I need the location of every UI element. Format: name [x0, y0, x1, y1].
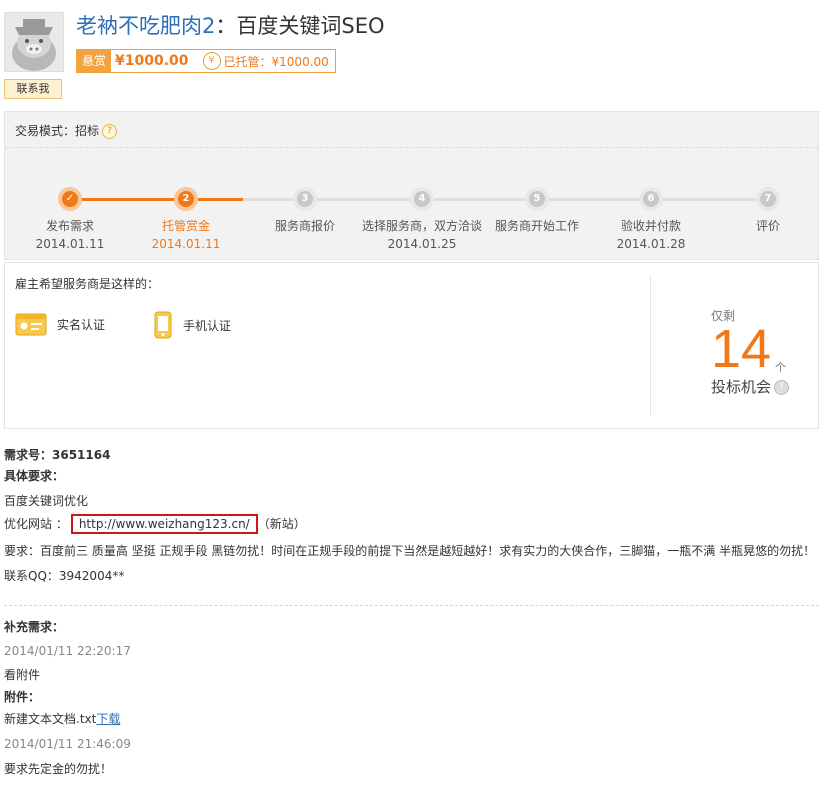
- bid-unit: 个: [775, 361, 786, 374]
- step-number: 5: [529, 191, 545, 207]
- trade-mode: 交易模式：招标?: [15, 122, 118, 139]
- site-url-link[interactable]: http://www.weizhang123.cn/: [70, 514, 258, 534]
- step-marker: 2: [174, 187, 198, 211]
- title-separator: ：: [215, 14, 237, 38]
- step-date: 2014.01.11: [151, 237, 221, 251]
- step-label: 发布需求: [45, 219, 94, 233]
- step-label: 选择服务商，双方洽谈: [362, 219, 483, 233]
- cert-label: 实名认证: [57, 317, 106, 332]
- step-marker: 7: [756, 187, 780, 211]
- help-icon[interactable]: ?: [774, 380, 790, 395]
- divider: [4, 605, 819, 606]
- process-step: 2 托管赏金 2014.01.11: [126, 187, 246, 251]
- divider: [5, 147, 818, 148]
- process-step: 6 验收并付款 2014.01.28: [591, 187, 711, 251]
- pig-avatar-icon: [5, 13, 63, 71]
- bid-chance-box: 仅剩 14 个 投标机会?: [711, 307, 790, 397]
- download-link[interactable]: 下载: [96, 712, 120, 726]
- username-link[interactable]: 老衲不吃肥肉2: [76, 14, 215, 38]
- process-step: 4 选择服务商，双方洽谈 2014.01.25: [362, 187, 482, 251]
- id-card-icon: [15, 313, 47, 336]
- step-date: 2014.01.28: [616, 237, 686, 251]
- step-date: 2014.01.11: [35, 237, 105, 251]
- task-title: 百度关键词SEO: [236, 14, 385, 38]
- step-number: 2: [178, 191, 194, 207]
- step-number: 6: [643, 191, 659, 207]
- cert-label: 手机认证: [183, 318, 232, 333]
- step-label: 服务商开始工作: [494, 219, 579, 233]
- mobile-phone-icon: [154, 311, 172, 339]
- step-label: 托管赏金: [161, 219, 210, 233]
- step-marker: 4: [410, 187, 434, 211]
- attachment-heading: 附件：: [4, 690, 41, 704]
- step-label: 评价: [755, 219, 780, 233]
- step-label: 服务商报价: [274, 219, 335, 233]
- process-step: 3 服务商报价: [245, 187, 365, 237]
- divider: [650, 275, 651, 416]
- attachment-filename: 新建文本文档.txt: [4, 712, 97, 726]
- detail-line: 要求：百度前三 质量高 坚挺 正规手段 黑链勿扰！时间在正规手段的前提下当然是越…: [4, 544, 816, 558]
- specific-heading: 具体要求：: [4, 469, 65, 483]
- site-note: （新站）: [257, 517, 306, 531]
- avatar[interactable]: [4, 12, 64, 72]
- supplement-text: 看附件: [4, 668, 41, 682]
- help-icon[interactable]: ?: [102, 124, 118, 139]
- step-number: 3: [297, 191, 313, 207]
- detail-line: 百度关键词优化: [4, 494, 89, 508]
- step-number: 4: [414, 191, 430, 207]
- supplement-heading: 补充需求：: [4, 620, 65, 634]
- reward-amount: ¥1000.00: [115, 53, 189, 69]
- reward-bar: 悬赏 ¥1000.00 ¥ 已托管：¥1000.00: [76, 49, 336, 73]
- escrow-status: 已托管：¥1000.00: [223, 54, 329, 69]
- step-marker: ✓: [58, 187, 82, 211]
- contact-qq: 联系QQ：3942004**: [4, 569, 125, 583]
- process-step: ✓ 发布需求 2014.01.11: [10, 187, 130, 251]
- step-number: 7: [760, 191, 776, 207]
- provider-requirements-panel: 雇主希望服务商是这样的： 实名认证 手机认证 仅剩 14 个 投标机会?: [4, 262, 819, 429]
- step-marker: 6: [639, 187, 663, 211]
- step-label: 验收并付款: [620, 219, 681, 233]
- contact-me-button[interactable]: 联系我: [4, 79, 62, 99]
- mobile-cert: 手机认证: [153, 311, 231, 339]
- process-step: 7 评价: [708, 187, 820, 237]
- supplement-text: 要求先定金的勿扰！: [4, 762, 113, 776]
- escrow-yen-icon: ¥: [202, 52, 221, 70]
- requirement-number: 需求号：3651164: [4, 448, 111, 462]
- trade-process-panel: 交易模式：招标? ✓ 发布需求 2014.01.11 2 托管赏金 2014.01.11 3…: [4, 111, 819, 260]
- site-line: 优化网站 ： http://www.weizhang123.cn/（新站）: [4, 514, 306, 534]
- page-title: 老衲不吃肥肉2：百度关键词SEO: [76, 10, 385, 40]
- step-marker: 5: [525, 187, 549, 211]
- step-date: 2014.01.25: [387, 237, 457, 251]
- requirements-heading: 雇主希望服务商是这样的：: [15, 277, 160, 291]
- supplement-time: 2014/01/11 22:20:17: [4, 644, 131, 658]
- process-step: 5 服务商开始工作: [477, 187, 597, 237]
- step-number: ✓: [62, 191, 78, 207]
- bid-chance-label: 投标机会?: [711, 376, 790, 397]
- reward-tag: 悬赏: [77, 50, 112, 72]
- supplement-time: 2014/01/11 21:46:09: [4, 737, 131, 751]
- real-name-cert: 实名认证: [15, 311, 105, 337]
- site-label: 优化网站 ：: [4, 517, 68, 531]
- step-marker: 3: [293, 187, 317, 211]
- attachment-line: 新建文本文档.txt下载: [4, 710, 120, 727]
